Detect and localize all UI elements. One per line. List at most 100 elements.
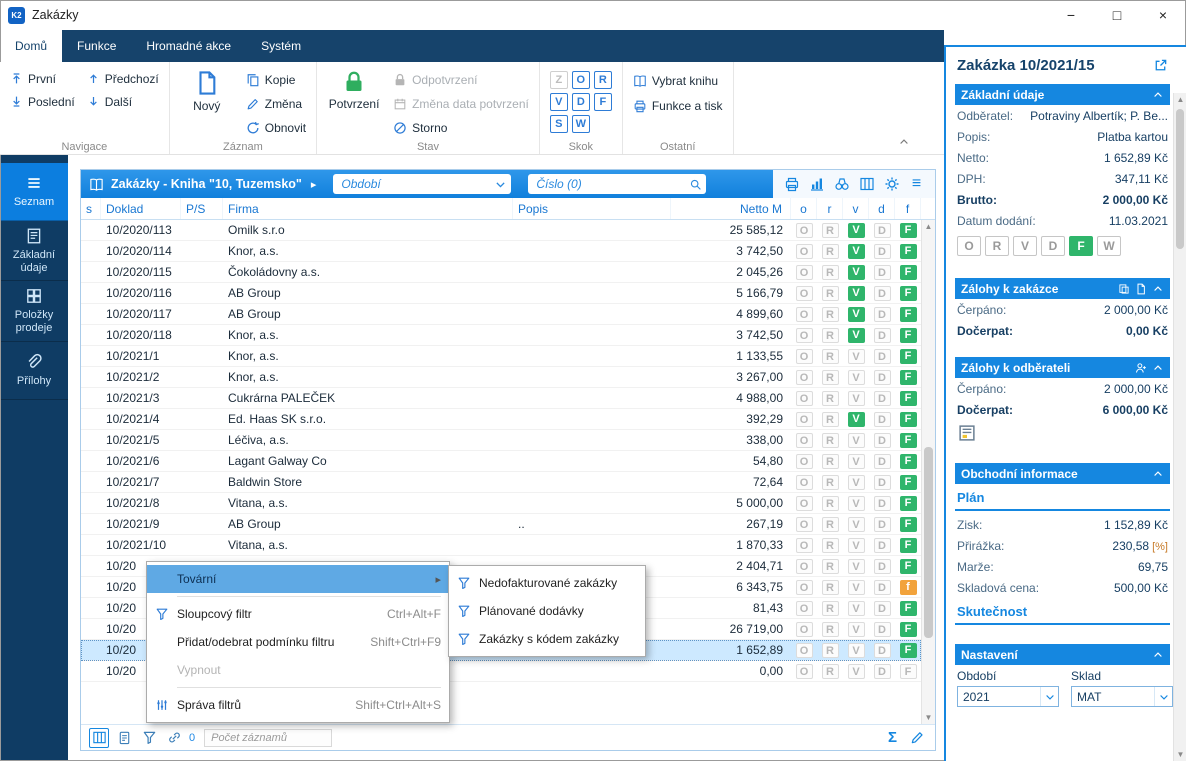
column-header-doklad[interactable]: Doklad	[101, 198, 181, 219]
section-header-nastaveni[interactable]: Nastavení	[955, 644, 1170, 665]
jump-z-button[interactable]: Z	[549, 71, 568, 89]
column-header-r[interactable]: r	[817, 198, 843, 219]
jump-o-button[interactable]: O	[571, 71, 590, 89]
menu-item-tovarni[interactable]: Tovární ▸	[147, 565, 449, 593]
section-header-zalohy-zakazce[interactable]: Zálohy k zakázce	[955, 278, 1170, 299]
dropdown-icon[interactable]	[494, 177, 507, 191]
menu-item-vypnout[interactable]: Vypnout	[147, 656, 449, 684]
person-plus-icon[interactable]	[1135, 362, 1147, 374]
table-row[interactable]: 10/2021/7 Baldwin Store 72,64 O R V D F	[81, 472, 921, 493]
status-chip-d[interactable]: D	[1041, 236, 1065, 256]
number-filter-input[interactable]	[528, 174, 707, 194]
next-button[interactable]: Další	[87, 91, 159, 112]
links-icon[interactable]	[164, 728, 184, 748]
sum-icon[interactable]: Σ	[888, 729, 897, 746]
column-header-f[interactable]: f	[895, 198, 921, 219]
columns-icon[interactable]	[856, 174, 877, 195]
sidebar-item-polozky-prodeje[interactable]: Položky prodeje	[0, 281, 68, 342]
print-icon[interactable]	[781, 174, 802, 195]
table-row[interactable]: 10/2021/10 Vitana, a.s. 1 870,33 O R V D F	[81, 535, 921, 556]
jump-r-button[interactable]: R	[593, 71, 612, 89]
jump-w-button[interactable]: W	[571, 115, 590, 133]
expand-arrow-icon[interactable]: ▸	[311, 178, 317, 191]
period-filter-input[interactable]	[333, 174, 512, 194]
edit-icon[interactable]	[907, 728, 927, 748]
jump-s-button[interactable]: S	[549, 115, 568, 133]
submenu-item-nedofakturovane[interactable]: Nedofakturované zakázky	[449, 569, 645, 597]
column-header-netto[interactable]: Netto M	[671, 198, 791, 219]
column-header-popis[interactable]: Popis	[513, 198, 671, 219]
column-header-v[interactable]: v	[843, 198, 869, 219]
menu-item-pridat-odebrat-podminku[interactable]: Přidat/odebrat podmínku filtru Shift+Ctr…	[147, 628, 449, 656]
table-row[interactable]: 10/2020/118 Knor, a.s. 3 742,50 O R V D F	[81, 325, 921, 346]
scroll-up-icon[interactable]: ▲	[922, 220, 935, 233]
scroll-down-icon[interactable]: ▼	[1174, 748, 1186, 761]
status-chip-o[interactable]: O	[957, 236, 981, 256]
minimize-button[interactable]: −	[1048, 0, 1094, 30]
menu-icon[interactable]: ≡	[906, 174, 927, 195]
scroll-down-icon[interactable]: ▼	[922, 711, 935, 724]
menu-item-sprava-filtru[interactable]: Správa filtrů Shift+Ctrl+Alt+S	[147, 691, 449, 719]
maximize-button[interactable]: □	[1094, 0, 1140, 30]
deposit-document-icon[interactable]	[955, 420, 1170, 447]
chart-icon[interactable]	[806, 174, 827, 195]
confirm-button[interactable]: Potvrzení	[327, 68, 381, 138]
chevron-up-icon[interactable]	[1152, 649, 1164, 661]
scrollbar-thumb[interactable]	[924, 446, 933, 639]
chevron-up-icon[interactable]	[1152, 89, 1164, 101]
functions-print-button[interactable]: Funkce a tisk	[633, 95, 723, 116]
tab-hromadne-akce[interactable]: Hromadné akce	[131, 30, 246, 62]
unconfirm-button[interactable]: Odpotvrzení	[393, 70, 529, 90]
jump-d-button[interactable]: D	[571, 93, 590, 111]
last-button[interactable]: Poslední	[10, 91, 75, 112]
period-select[interactable]: 2021	[957, 686, 1059, 707]
tab-funkce[interactable]: Funkce	[62, 30, 131, 62]
copy-button[interactable]: Kopie	[246, 70, 306, 90]
binoculars-icon[interactable]	[831, 174, 852, 195]
record-count-input[interactable]	[204, 728, 333, 747]
filter-icon[interactable]	[139, 728, 159, 748]
tab-domu[interactable]: Domů	[0, 30, 63, 62]
table-row[interactable]: 10/2021/8 Vitana, a.s. 5 000,00 O R V D F	[81, 493, 921, 514]
grid-scrollbar[interactable]: ▲ ▼	[921, 220, 935, 724]
table-row[interactable]: 10/2021/2 Knor, a.s. 3 267,00 O R V D F	[81, 367, 921, 388]
status-chip-w[interactable]: W	[1097, 236, 1121, 256]
submenu-item-zakazky-s-kodem[interactable]: Zakázky s kódem zakázky	[449, 625, 645, 653]
panel-scrollbar[interactable]: ▲ ▼	[1173, 93, 1186, 761]
scrollbar-thumb[interactable]	[1176, 109, 1184, 249]
table-row[interactable]: 10/2020/116 AB Group 5 166,79 O R V D F	[81, 283, 921, 304]
jump-v-button[interactable]: V	[549, 93, 568, 111]
status-chip-f[interactable]: F	[1069, 236, 1093, 256]
status-chip-r[interactable]: R	[985, 236, 1009, 256]
section-header-obchodni-informace[interactable]: Obchodní informace	[955, 463, 1170, 484]
table-row[interactable]: 10/2021/5 Léčiva, a.s. 338,00 O R V D F	[81, 430, 921, 451]
documents-icon[interactable]	[1118, 283, 1130, 295]
table-row[interactable]: 10/2020/115 Čokoládovny a.s. 2 045,26 O R V D F	[81, 262, 921, 283]
sidebar-item-seznam[interactable]: Seznam	[0, 163, 68, 221]
change-confirm-date-button[interactable]: Změna data potvrzení	[393, 94, 529, 114]
columns-view-icon[interactable]	[89, 727, 109, 748]
document-icon[interactable]	[1135, 283, 1147, 295]
refresh-button[interactable]: Obnovit	[246, 118, 306, 138]
chevron-down-icon[interactable]	[1040, 687, 1058, 706]
close-button[interactable]: ×	[1140, 0, 1186, 30]
storno-button[interactable]: Storno	[393, 118, 529, 138]
warehouse-select[interactable]: MAT	[1071, 686, 1173, 707]
column-header-ps[interactable]: P/S	[181, 198, 223, 219]
gear-icon[interactable]	[881, 174, 902, 195]
menu-item-sloupcovy-filtr[interactable]: Sloupcový filtr Ctrl+Alt+F	[147, 600, 449, 628]
submenu-item-planovane-dodavky[interactable]: Plánované dodávky	[449, 597, 645, 625]
select-book-button[interactable]: Vybrat knihu	[633, 70, 723, 91]
table-row[interactable]: 10/2020/117 AB Group 4 899,60 O R V D F	[81, 304, 921, 325]
chevron-up-icon[interactable]	[1152, 468, 1164, 480]
table-row[interactable]: 10/2021/9 AB Group.. 267,19 O R V D F	[81, 514, 921, 535]
sidebar-item-zakladni-udaje[interactable]: Základní údaje	[0, 221, 68, 282]
chevron-up-icon[interactable]	[1152, 283, 1164, 295]
open-in-window-icon[interactable]	[1153, 58, 1168, 73]
new-button[interactable]: Nový	[180, 68, 234, 138]
table-row[interactable]: 10/2021/1 Knor, a.s. 1 133,55 O R V D F	[81, 346, 921, 367]
ribbon-collapse-icon[interactable]	[898, 134, 910, 148]
table-row[interactable]: 10/2021/4 Ed. Haas SK s.r.o. 392,29 O R V D F	[81, 409, 921, 430]
tab-system[interactable]: Systém	[246, 30, 316, 62]
chevron-up-icon[interactable]	[1152, 362, 1164, 374]
